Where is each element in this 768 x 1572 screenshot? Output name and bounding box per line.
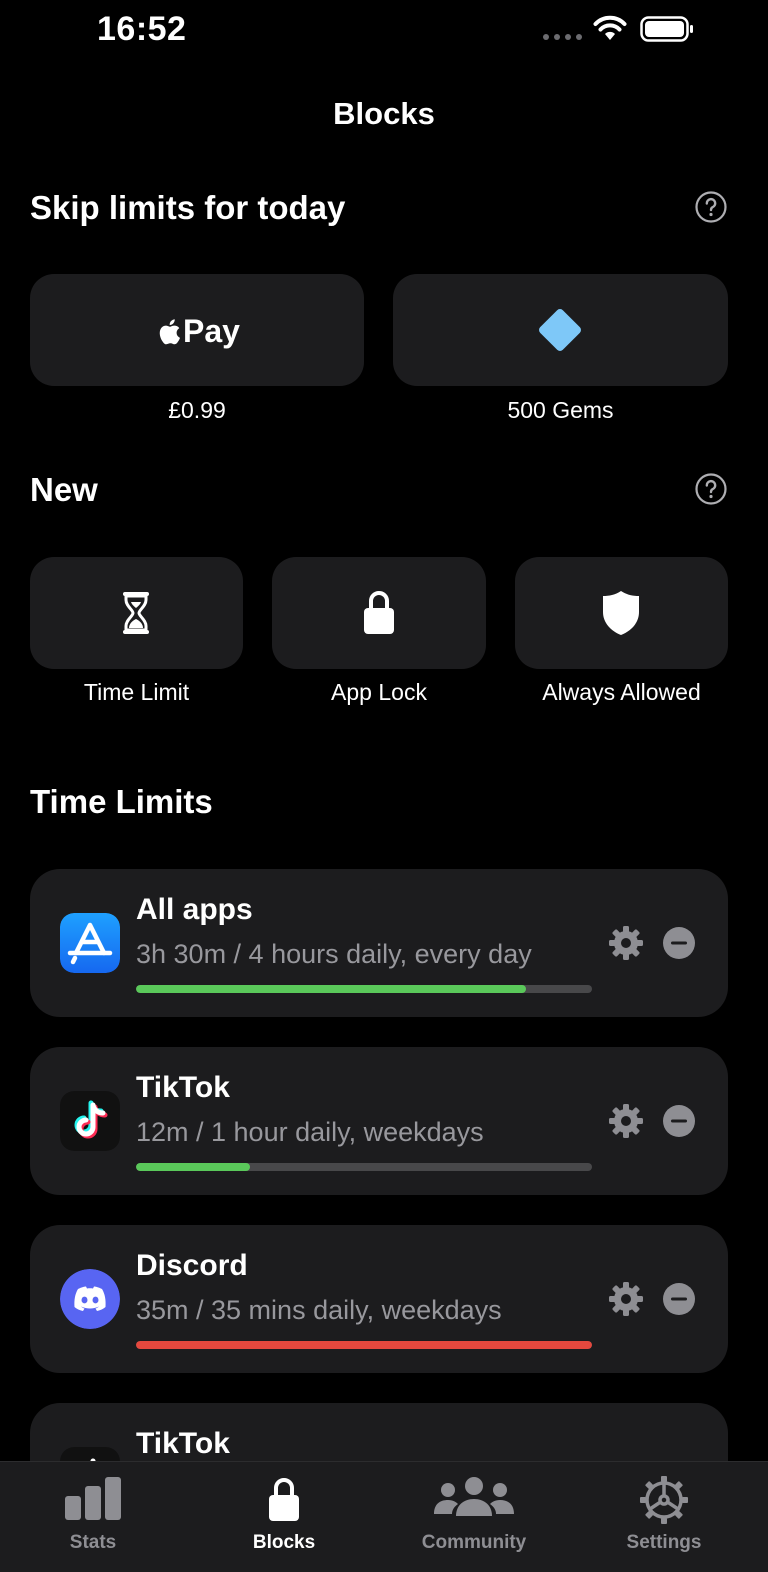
tab-label: Community: [421, 1532, 527, 1553]
apple-logo-icon: [159, 318, 180, 344]
time-limit-name: All apps: [136, 893, 253, 926]
time-limit-detail: 35m / 35 mins daily, weekdays: [136, 1295, 502, 1325]
new-always-allowed-label: Always Allowed: [542, 679, 701, 705]
battery-icon: [640, 16, 693, 42]
gear-icon[interactable]: [608, 1103, 644, 1139]
status-bar: 16:52: [0, 0, 768, 60]
device-frame-corner: [722, 0, 768, 46]
gems-price: 500 Gems: [507, 397, 614, 423]
help-icon[interactable]: [695, 473, 727, 505]
time-limit-name: Discord: [136, 1249, 248, 1282]
lock-icon: [269, 1478, 299, 1521]
discord-icon: [60, 1269, 120, 1329]
tiktok-icon: [60, 1091, 120, 1151]
people-icon: [434, 1477, 514, 1516]
remove-icon[interactable]: [663, 1283, 695, 1315]
new-section-title: New: [30, 471, 98, 508]
signal-dots-icon: [543, 34, 583, 40]
apple-pay-text: Pay: [183, 313, 240, 349]
time-limit-detail: 12m / 1 hour daily, weekdays: [136, 1117, 484, 1147]
wifi-icon: [593, 15, 627, 40]
time-limit-name: TikTok: [136, 1427, 230, 1460]
tab-label: Settings: [626, 1532, 702, 1553]
tab-bar: Stats Blocks Community Settings: [0, 1461, 768, 1572]
time-limit-card-discord[interactable]: Discord 35m / 35 mins daily, weekdays: [30, 1225, 728, 1373]
status-time: 16:52: [97, 10, 187, 48]
new-time-limit-label: Time Limit: [83, 679, 190, 705]
bar-chart-icon: [65, 1477, 121, 1520]
tab-settings[interactable]: Settings: [589, 1462, 739, 1572]
usage-progress-bar: [136, 1341, 592, 1349]
lock-icon: [364, 591, 394, 634]
new-time-limit-button[interactable]: [30, 557, 243, 669]
time-limit-card-all-apps[interactable]: All apps 3h 30m / 4 hours daily, every d…: [30, 869, 728, 1017]
usage-progress-bar: [136, 1163, 592, 1171]
page-title: Blocks: [333, 96, 435, 131]
remove-icon[interactable]: [663, 927, 695, 959]
tab-stats[interactable]: Stats: [18, 1462, 168, 1572]
usage-progress-fill: [136, 985, 526, 993]
tab-label: Stats: [69, 1532, 117, 1553]
usage-progress-fill: [136, 1163, 250, 1171]
remove-icon[interactable]: [663, 1105, 695, 1137]
new-app-lock-label: App Lock: [331, 679, 427, 705]
tab-community[interactable]: Community: [399, 1462, 549, 1572]
gem-icon: [539, 309, 581, 351]
help-icon[interactable]: [695, 191, 727, 223]
time-limit-card-tiktok[interactable]: TikTok 12m / 1 hour daily, weekdays: [30, 1047, 728, 1195]
gems-button[interactable]: [393, 274, 728, 386]
gear-icon[interactable]: [608, 925, 644, 961]
tab-label: Blocks: [252, 1532, 316, 1553]
gear-icon: [640, 1476, 688, 1524]
time-limit-name: TikTok: [136, 1071, 230, 1104]
gear-icon[interactable]: [608, 1281, 644, 1317]
app-store-icon: [60, 913, 120, 973]
time-limits-title: Time Limits: [30, 783, 213, 820]
apple-pay-label: Pay: [157, 313, 240, 350]
hourglass-icon: [123, 592, 149, 634]
new-app-lock-button[interactable]: [272, 557, 486, 669]
new-always-allowed-button[interactable]: [515, 557, 728, 669]
time-limit-detail: 3h 30m / 4 hours daily, every day: [136, 939, 532, 969]
usage-progress-fill: [136, 1341, 592, 1349]
apple-pay-price: £0.99: [168, 397, 226, 423]
usage-progress-bar: [136, 985, 592, 993]
shield-icon: [603, 591, 639, 635]
skip-limits-title: Skip limits for today: [30, 189, 346, 226]
tab-blocks[interactable]: Blocks: [209, 1462, 359, 1572]
